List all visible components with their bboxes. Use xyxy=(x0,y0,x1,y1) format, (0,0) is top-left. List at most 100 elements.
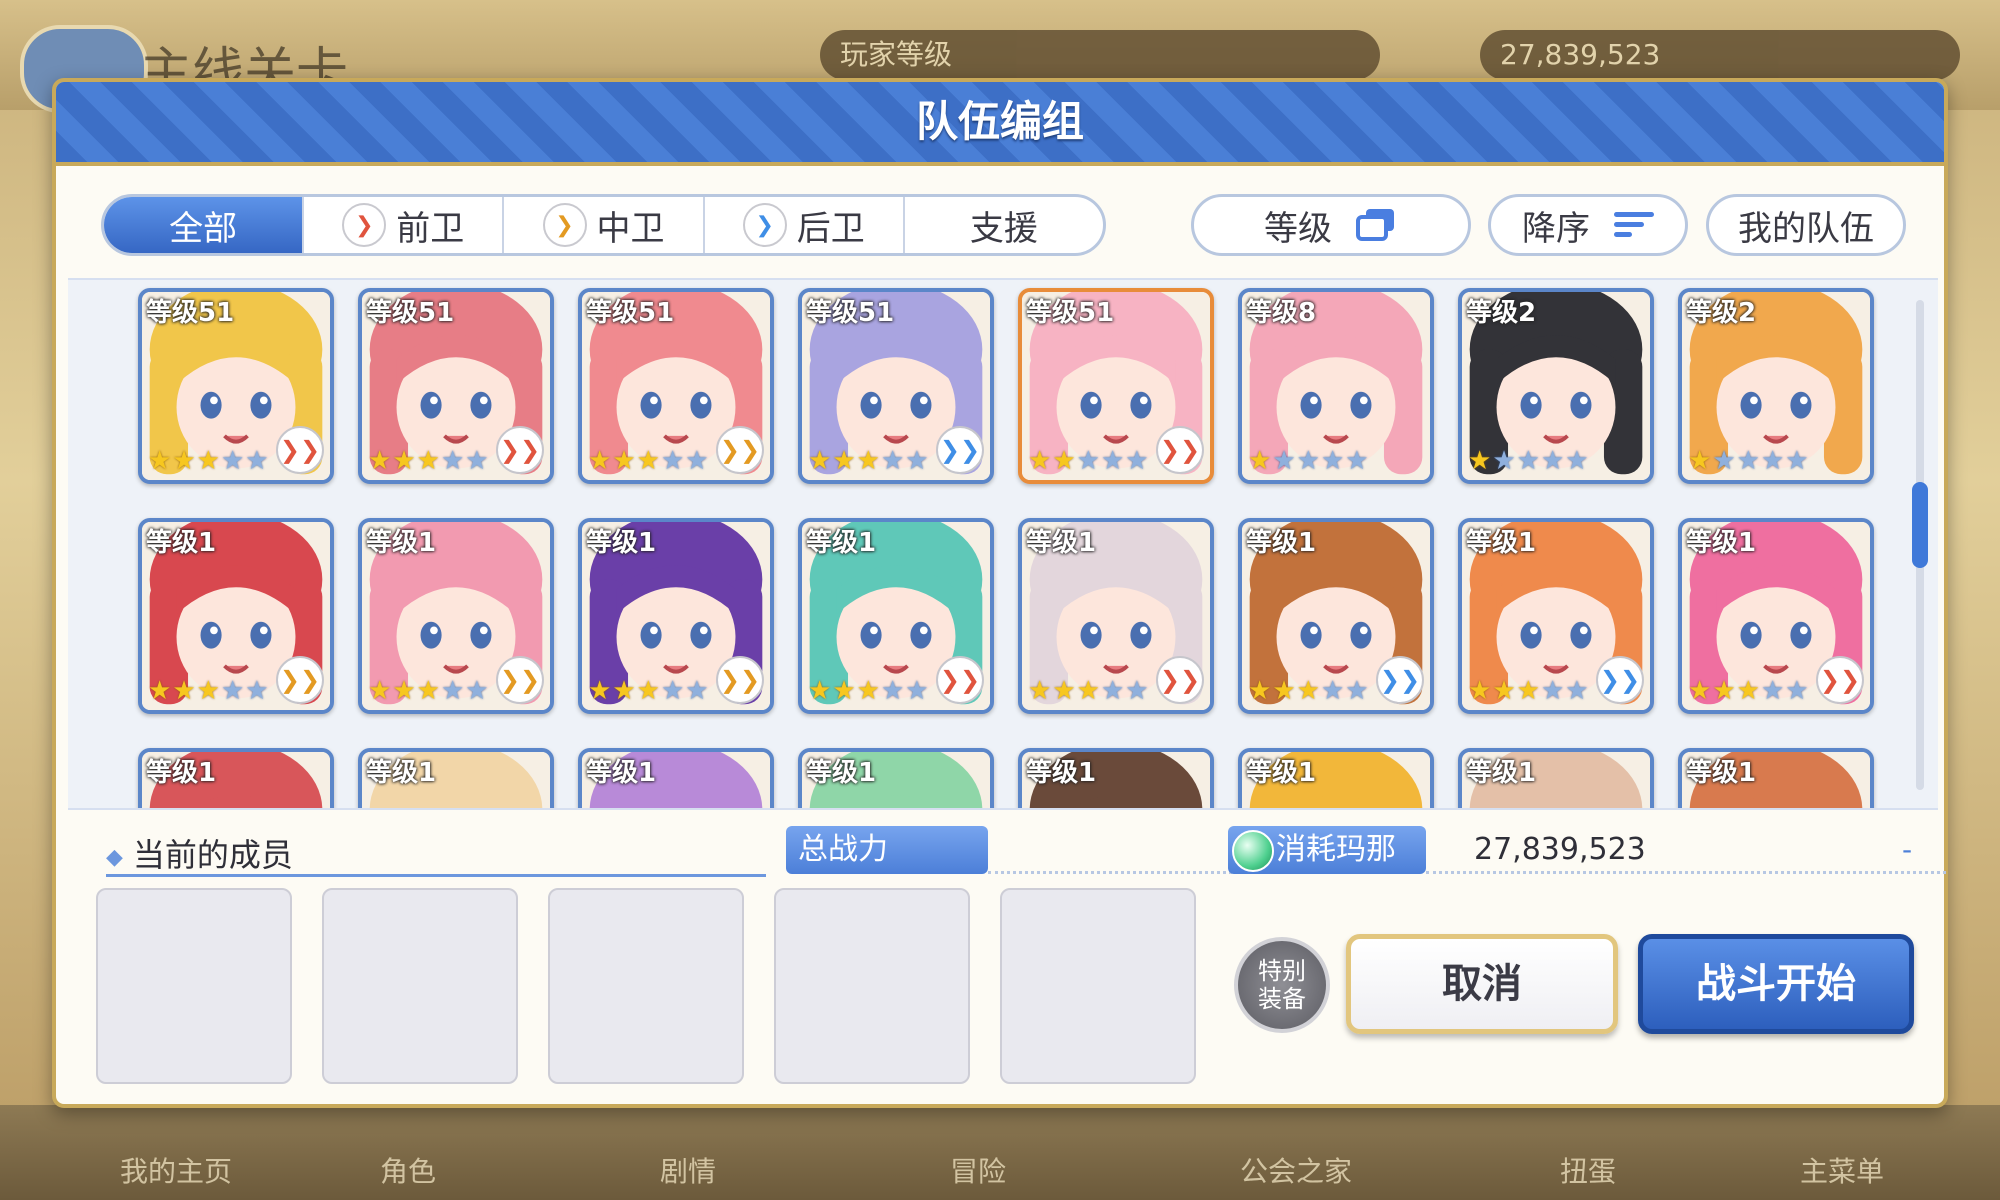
character-card[interactable]: 等级1 ★ ★ ★ ★ ★ ❯❯ xyxy=(1238,518,1434,714)
star-icon: ★ xyxy=(416,446,440,476)
character-level: 等级51 xyxy=(1026,298,1115,328)
character-card[interactable]: 等级8 ★ ★ ★ ★ ★ xyxy=(1238,288,1434,484)
background-player-status: 玩家等级 xyxy=(820,30,1380,80)
star-icon: ★ xyxy=(1028,676,1052,706)
background-nav-item: 我的主页 xyxy=(120,1155,233,1188)
front-role-icon: ❯❯ xyxy=(1156,426,1204,474)
character-level: 等级1 xyxy=(1466,758,1537,788)
star-icon: ★ xyxy=(588,446,612,476)
star-rating: ★ ★ ★ ★ ★ xyxy=(1688,678,1809,704)
character-card[interactable]: 等级1 ★ ★ ★ ★ ★ ❯❯ xyxy=(358,518,554,714)
character-level: 等级1 xyxy=(1686,758,1757,788)
member-slot[interactable] xyxy=(322,888,518,1084)
star-icon: ★ xyxy=(660,676,685,706)
character-card[interactable]: 等级51 ★ ★ ★ ★ ★ ❯❯ xyxy=(138,288,334,484)
character-card[interactable]: 等级1 xyxy=(1238,748,1434,808)
star-icon: ★ xyxy=(1028,446,1052,476)
tab-rearguard[interactable]: ❯ 后卫 xyxy=(705,197,905,253)
mid-role-icon: ❯ xyxy=(542,203,587,247)
tab-all[interactable]: 全部 xyxy=(104,197,305,253)
star-icon: ★ xyxy=(1248,446,1272,476)
star-icon: ★ xyxy=(1468,676,1492,706)
character-level: 等级1 xyxy=(146,758,217,788)
character-card[interactable]: 等级51 ★ ★ ★ ★ ★ ❯❯ xyxy=(798,288,994,484)
my-team-button[interactable]: 我的队伍 xyxy=(1706,194,1906,256)
character-card[interactable]: 等级51 ★ ★ ★ ★ ★ ❯❯ xyxy=(358,288,554,484)
star-icon: ★ xyxy=(880,446,905,476)
character-level: 等级51 xyxy=(366,298,455,328)
character-card[interactable]: 等级51 ★ ★ ★ ★ ★ ❯❯ xyxy=(1018,288,1214,484)
star-icon: ★ xyxy=(1736,676,1760,706)
background-nav-item: 角色 xyxy=(380,1155,437,1188)
star-icon: ★ xyxy=(1052,676,1076,706)
star-rating: ★ ★ ★ ★ ★ xyxy=(368,678,489,704)
character-card[interactable]: 等级2 ★ ★ ★ ★ ★ xyxy=(1458,288,1654,484)
star-icon: ★ xyxy=(1688,446,1712,476)
sort-order-button[interactable]: 降序 xyxy=(1488,194,1688,256)
team-formation-dialog: 队伍编组 全部 ❯ 前卫 ❯ 中卫 ❯ 后卫 支援 等级 降序 我的队伍 等级51 ★ ★ ★ ★ ★ ❯… xyxy=(52,78,1948,1108)
character-level: 等级51 xyxy=(586,298,675,328)
tab-vanguard[interactable]: ❯ 前卫 xyxy=(304,197,505,253)
member-slot[interactable] xyxy=(774,888,970,1084)
character-card[interactable]: 等级1 xyxy=(138,748,334,808)
character-card[interactable]: 等级1 xyxy=(1018,748,1214,808)
character-card[interactable]: 等级1 ★ ★ ★ ★ ★ ❯❯ xyxy=(578,518,774,714)
character-card[interactable]: 等级51 ★ ★ ★ ★ ★ ❯❯ xyxy=(578,288,774,484)
cancel-button[interactable]: 取消 xyxy=(1346,934,1618,1034)
character-card[interactable]: 等级1 ★ ★ ★ ★ ★ ❯❯ xyxy=(798,518,994,714)
roster-scrollbar-thumb[interactable] xyxy=(1912,482,1928,568)
star-icon: ★ xyxy=(1540,446,1565,476)
member-slot[interactable] xyxy=(1000,888,1196,1084)
role-filter-tabs: 全部 ❯ 前卫 ❯ 中卫 ❯ 后卫 支援 xyxy=(101,194,1106,256)
character-level: 等级1 xyxy=(1026,528,1097,558)
star-icon: ★ xyxy=(465,446,489,476)
member-slot[interactable] xyxy=(96,888,292,1084)
star-icon: ★ xyxy=(856,676,880,706)
character-card[interactable]: 等级1 xyxy=(798,748,994,808)
character-card[interactable]: 等级1 xyxy=(358,748,554,808)
character-card[interactable]: 等级1 ★ ★ ★ ★ ★ ❯❯ xyxy=(1018,518,1214,714)
tab-support[interactable]: 支援 xyxy=(905,197,1103,253)
star-rating: ★ ★ ★ ★ ★ xyxy=(1688,448,1809,474)
star-rating: ★ ★ ★ ★ ★ xyxy=(1248,678,1369,704)
character-card[interactable]: 等级2 ★ ★ ★ ★ ★ xyxy=(1678,288,1874,484)
front-role-icon: ❯❯ xyxy=(1816,656,1864,704)
star-rating: ★ ★ ★ ★ ★ xyxy=(808,448,929,474)
star-icon: ★ xyxy=(1565,446,1589,476)
star-icon: ★ xyxy=(808,446,832,476)
character-card[interactable]: 等级1 xyxy=(1458,748,1654,808)
character-card[interactable]: 等级1 ★ ★ ★ ★ ★ ❯❯ xyxy=(1458,518,1654,714)
current-members-divider xyxy=(106,874,766,877)
star-icon: ★ xyxy=(808,676,832,706)
star-icon: ★ xyxy=(660,446,685,476)
sort-descending-icon xyxy=(1614,210,1654,240)
current-members-label: 当前的成员 xyxy=(106,830,293,876)
star-icon: ★ xyxy=(1468,446,1492,476)
mid-role-icon: ❯❯ xyxy=(496,656,544,704)
star-icon: ★ xyxy=(1248,676,1272,706)
star-icon: ★ xyxy=(220,446,245,476)
star-icon: ★ xyxy=(1688,676,1712,706)
member-slot[interactable] xyxy=(548,888,744,1084)
sort-level-button[interactable]: 等级 xyxy=(1191,194,1471,256)
character-card[interactable]: 等级1 ★ ★ ★ ★ ★ ❯❯ xyxy=(1678,518,1874,714)
tab-midguard[interactable]: ❯ 中卫 xyxy=(504,197,705,253)
character-card[interactable]: 等级1 xyxy=(578,748,774,808)
total-power-value: 0 xyxy=(988,826,1268,874)
character-card[interactable]: 等级1 ★ ★ ★ ★ ★ ❯❯ xyxy=(138,518,334,714)
background-nav-item: 剧情 xyxy=(660,1155,717,1188)
background-nav-item: 公会之家 xyxy=(1240,1155,1353,1188)
star-icon: ★ xyxy=(1052,446,1076,476)
star-icon: ★ xyxy=(1100,446,1125,476)
star-icon: ★ xyxy=(1296,676,1320,706)
start-battle-button[interactable]: 战斗开始 xyxy=(1638,934,1914,1034)
star-icon: ★ xyxy=(392,676,416,706)
character-card[interactable]: 等级1 xyxy=(1678,748,1874,808)
total-power-label: 总战力 xyxy=(786,826,988,874)
special-equipment-button[interactable]: 特别 装备 xyxy=(1234,937,1330,1033)
star-icon: ★ xyxy=(1492,676,1516,706)
star-icon: ★ xyxy=(1320,446,1345,476)
star-icon: ★ xyxy=(1785,676,1809,706)
star-icon: ★ xyxy=(880,676,905,706)
star-icon: ★ xyxy=(440,676,465,706)
